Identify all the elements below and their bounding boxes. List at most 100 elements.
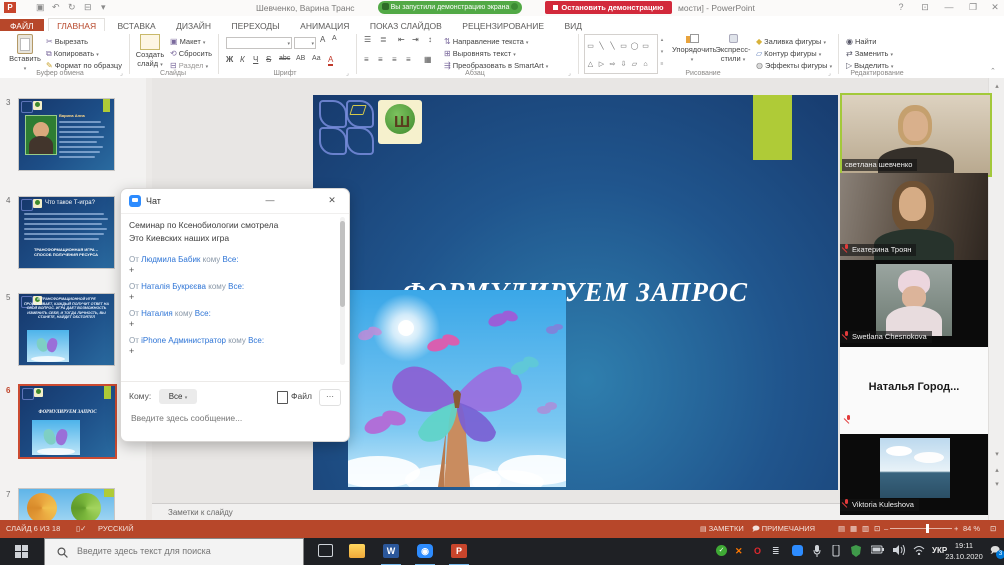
quick-styles-button[interactable]: Экспресс- стили ▾ xyxy=(714,34,752,63)
previous-slide-button[interactable]: ▴ xyxy=(991,466,1003,474)
view-slideshow-button[interactable]: ⊡ xyxy=(874,520,880,538)
chat-more-button[interactable]: ⋯ xyxy=(319,389,341,406)
justify-button[interactable]: ≡ xyxy=(406,55,411,64)
tray-speaker-icon[interactable] xyxy=(893,545,905,555)
numbering-button[interactable]: ≣ xyxy=(380,35,387,44)
tray-wifi-icon[interactable] xyxy=(913,545,925,555)
chat-messages[interactable]: Семинар по Ксенобиологии смотрела Это Ки… xyxy=(129,219,329,363)
butterfly-image[interactable] xyxy=(348,290,566,487)
spellcheck-icon[interactable]: ▯✓ xyxy=(76,520,86,538)
tray-zoom-icon[interactable] xyxy=(792,545,803,556)
increase-indent-button[interactable]: ⇥ xyxy=(412,35,419,44)
slide-5-thumbnail[interactable]: В ТРАНСФОРМАЦИОННОЙ ИГРЕ ПРОИГРЫВАЕТ, КА… xyxy=(18,293,115,366)
font-size-select[interactable]: ▾ xyxy=(294,37,316,49)
slide-3-thumbnail[interactable]: Варина Анна xyxy=(18,98,115,171)
current-slide-canvas[interactable]: Ш ФОРМУЛИРУЕМ ЗАПРОС xyxy=(313,95,838,490)
word-button[interactable]: W xyxy=(378,541,404,563)
change-case-button[interactable]: Аа xyxy=(312,55,321,62)
slide-counter[interactable]: СЛАЙД 6 ИЗ 18 xyxy=(6,520,60,538)
chat-message-input[interactable] xyxy=(129,412,333,424)
tray-battery-icon[interactable] xyxy=(871,545,884,554)
shapes-scroll[interactable]: ▴▾≡ xyxy=(658,34,666,70)
bullets-button[interactable]: ☰ xyxy=(364,35,371,44)
paragraph-dialog-launcher[interactable]: ⌟ xyxy=(568,70,571,77)
participant-video[interactable]: Екатерина Троян xyxy=(840,173,988,260)
participant-video[interactable]: Swetlana Chesnokova xyxy=(840,260,988,347)
paste-button[interactable]: Вставить▾ xyxy=(8,34,42,72)
font-name-select[interactable]: ▾ xyxy=(226,37,292,49)
char-spacing-button[interactable]: АВ xyxy=(296,55,305,62)
save-icon[interactable]: ▣ xyxy=(36,0,45,14)
zoom-percentage[interactable]: 84 % xyxy=(963,520,980,538)
participant-video-off[interactable]: Наталья Город... xyxy=(840,347,988,434)
align-left-button[interactable]: ≡ xyxy=(364,55,369,64)
sender-link[interactable]: iPhone Администратор xyxy=(141,336,226,345)
arrange-button[interactable]: Упорядочить▾ xyxy=(672,34,712,63)
participant-video[interactable]: Viktoria Kuleshova xyxy=(840,434,988,515)
view-normal-button[interactable]: ▤ xyxy=(838,520,845,538)
stop-sharing-button[interactable]: Остановить демонстрацию xyxy=(545,1,672,14)
ribbon-options-button[interactable]: ⊡ xyxy=(914,0,936,15)
participant-video[interactable]: светлана шевченко xyxy=(840,93,992,177)
zoom-slider-track[interactable] xyxy=(890,528,952,529)
file-button[interactable]: Файл xyxy=(291,391,312,401)
sender-link[interactable]: Наталія Букрєєва xyxy=(141,282,206,291)
font-dialog-launcher[interactable]: ⌟ xyxy=(346,70,349,77)
close-button[interactable]: ✕ xyxy=(986,0,1004,15)
grow-font-button[interactable]: А xyxy=(320,35,325,44)
reset-button[interactable]: ⟲Сбросить xyxy=(170,48,212,59)
align-right-button[interactable]: ≡ xyxy=(392,55,397,64)
scroll-up-icon[interactable]: ▴ xyxy=(991,82,1003,90)
powerpoint-button[interactable]: P xyxy=(446,541,472,563)
qat-customize-icon[interactable]: ▾ xyxy=(101,0,106,14)
file-explorer-button[interactable] xyxy=(344,541,370,563)
notification-center-button[interactable]: 🗩3 xyxy=(990,543,1004,557)
slide-7-thumbnail[interactable] xyxy=(18,488,115,522)
tray-phone-icon[interactable] xyxy=(832,545,840,557)
language-indicator[interactable]: РУССКИЙ xyxy=(98,520,134,538)
underline-button[interactable]: Ч xyxy=(253,55,258,64)
columns-button[interactable]: ▦ xyxy=(424,55,432,64)
restore-button[interactable]: ❐ xyxy=(962,0,984,15)
chat-minimize-button[interactable]: — xyxy=(255,189,285,211)
tray-avast-icon[interactable]: ✕ xyxy=(735,545,743,557)
collapse-ribbon-button[interactable]: ⌃ xyxy=(990,67,996,75)
fit-slide-button[interactable]: ⊡ xyxy=(990,520,996,538)
start-button[interactable] xyxy=(0,538,44,565)
tray-opera-icon[interactable]: O xyxy=(754,545,761,557)
help-button[interactable]: ? xyxy=(890,0,912,15)
text-shadow-button[interactable]: abc xyxy=(279,55,290,62)
scroll-down-icon[interactable]: ▾ xyxy=(991,450,1003,458)
sender-link[interactable]: Людмила Бабик xyxy=(141,255,200,264)
decrease-indent-button[interactable]: ⇤ xyxy=(398,35,405,44)
search-input[interactable] xyxy=(75,545,289,557)
line-spacing-button[interactable]: ↕ xyxy=(428,35,432,44)
bold-button[interactable]: Ж xyxy=(226,55,233,64)
tray-volume-mixer-icon[interactable]: ≣ xyxy=(772,545,780,557)
chat-scrollbar[interactable] xyxy=(340,217,345,365)
redo-icon[interactable]: ↻ xyxy=(68,0,76,14)
font-color-button[interactable]: А xyxy=(328,55,333,66)
to-select[interactable]: Все ▾ xyxy=(159,389,197,404)
find-button[interactable]: ◉Найти xyxy=(846,36,876,47)
tray-antivirus-ok-icon[interactable]: ✓ xyxy=(716,545,727,556)
undo-icon[interactable]: ↶ xyxy=(52,0,60,14)
sender-link[interactable]: Наталия xyxy=(141,309,173,318)
strikethrough-button[interactable]: S xyxy=(266,55,271,64)
task-view-button[interactable] xyxy=(312,541,338,563)
align-center-button[interactable]: ≡ xyxy=(378,55,383,64)
shape-effects-button[interactable]: ◍Эффекты фигуры ▾ xyxy=(756,60,832,73)
zoom-slider-handle[interactable] xyxy=(926,524,929,533)
next-slide-button[interactable]: ▾ xyxy=(991,480,1003,488)
comments-toggle[interactable]: 🗩ПРИМЕЧАНИЯ xyxy=(752,520,815,539)
notes-toggle[interactable]: ▤ЗАМЕТКИ xyxy=(700,520,744,539)
minimize-button[interactable]: — xyxy=(938,0,960,15)
view-reading-button[interactable]: ▥ xyxy=(862,520,869,538)
slide-4-thumbnail[interactable]: Что такое Т-игра? ТРАНСФОРМАЦИОННАЯ ИГРА… xyxy=(18,196,115,269)
zoom-out-button[interactable]: – xyxy=(884,520,888,538)
zoom-in-button[interactable]: + xyxy=(954,520,958,538)
chat-close-button[interactable]: ✕ xyxy=(317,189,347,211)
italic-button[interactable]: К xyxy=(240,55,245,64)
shrink-font-button[interactable]: А xyxy=(332,35,337,42)
chat-titlebar[interactable]: Чат — ✕ xyxy=(121,189,349,214)
